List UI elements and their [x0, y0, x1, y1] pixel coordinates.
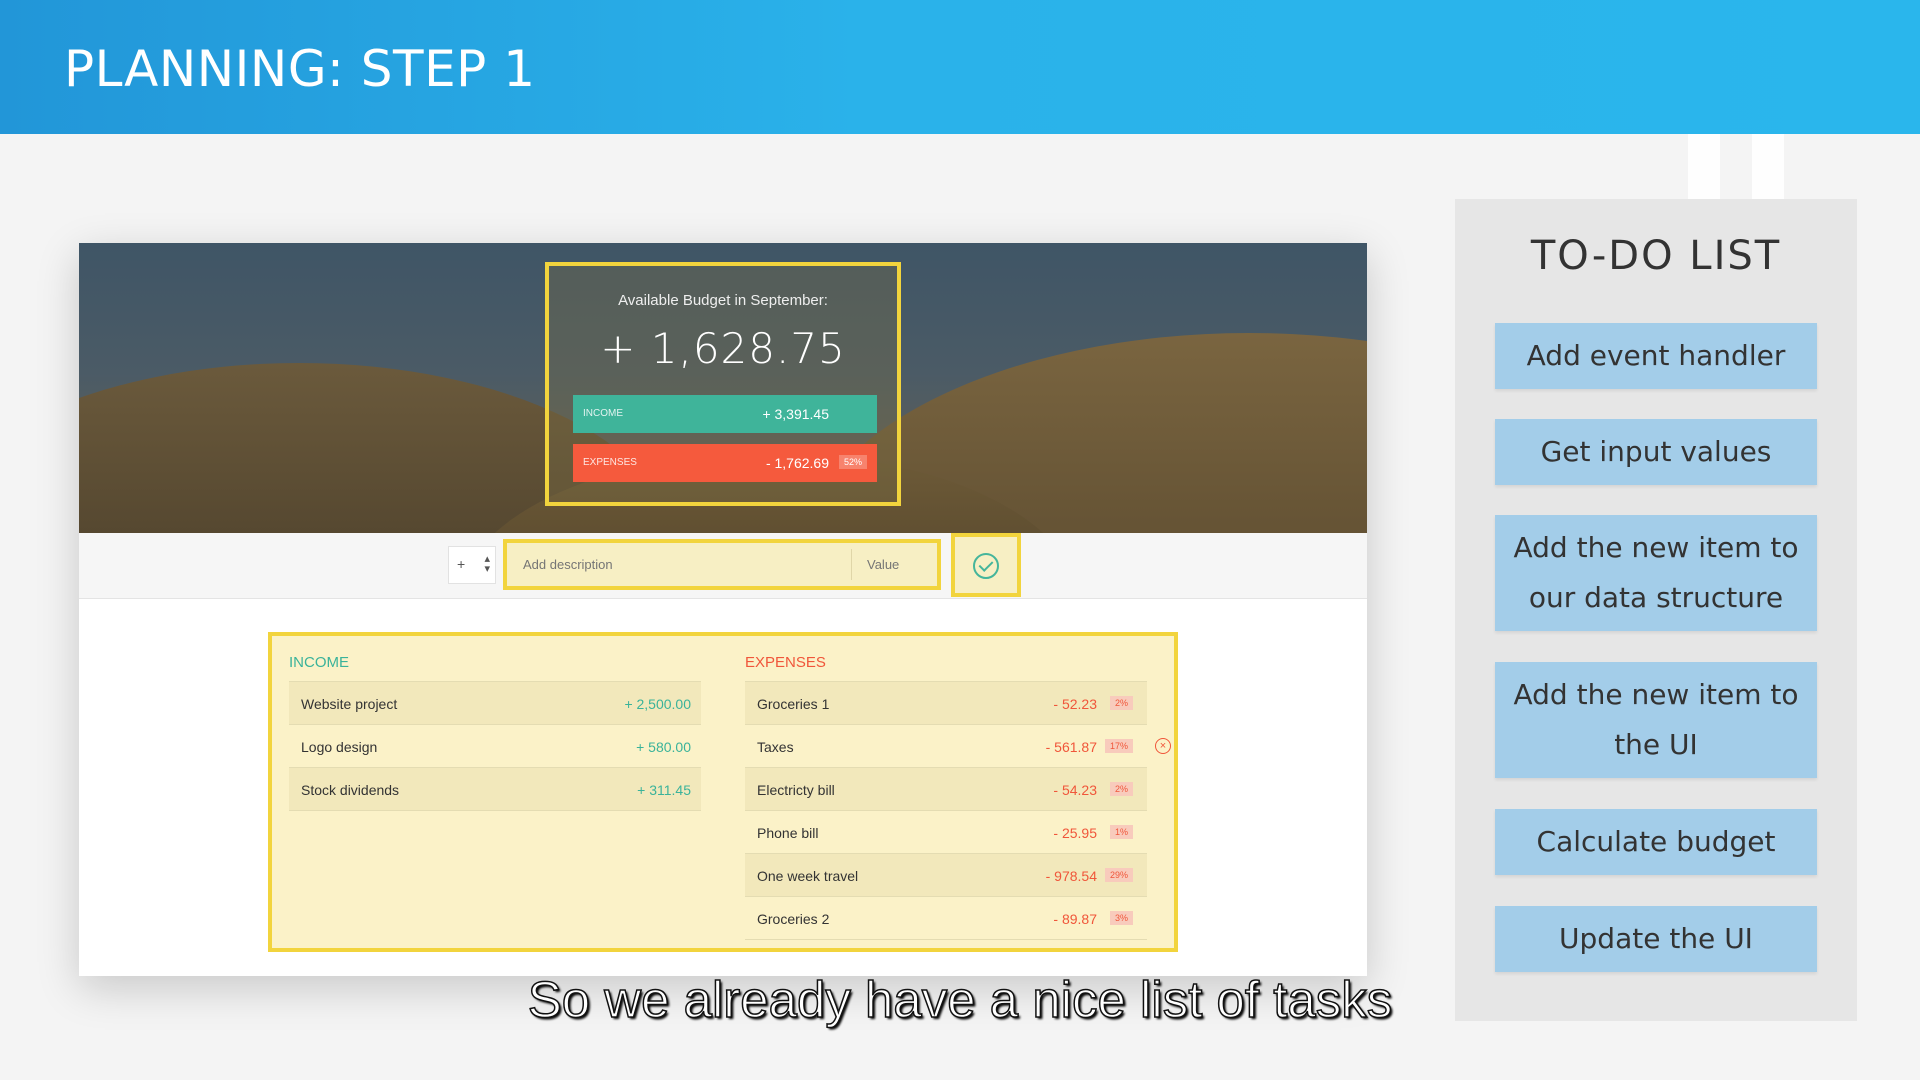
lists-highlight: INCOME Website project + 2,500.00 Logo d…	[268, 632, 1178, 952]
expenses-list: EXPENSES Groceries 1 - 52.23 2% Taxes - …	[745, 650, 1171, 940]
checkmark-circle-icon[interactable]	[973, 553, 999, 579]
item-percentage-badge: 3%	[1109, 911, 1133, 925]
item-percentage-badge: 2%	[1109, 782, 1133, 796]
item-description: Phone bill	[757, 825, 819, 841]
value-input[interactable]	[859, 549, 931, 580]
list-item: Logo design + 580.00	[289, 725, 701, 768]
list-item: Taxes - 561.87 17% ×	[745, 725, 1171, 768]
list-item: Groceries 1 - 52.23 2%	[745, 682, 1147, 725]
item-description: Logo design	[301, 739, 378, 755]
item-value: + 580.00	[636, 739, 691, 755]
income-summary-label: INCOME	[583, 408, 623, 419]
income-list: INCOME Website project + 2,500.00 Logo d…	[289, 650, 701, 811]
item-value: - 52.23	[1053, 696, 1097, 712]
item-value: - 978.54	[1045, 868, 1097, 884]
description-input[interactable]	[515, 549, 852, 580]
slide-title: PLANNING: STEP 1	[64, 40, 536, 98]
expenses-heading: EXPENSES	[745, 650, 1147, 682]
item-description: Stock dividends	[301, 782, 400, 798]
budget-app-screenshot: Available Budget in September: + 1,628.7…	[79, 243, 1367, 976]
item-value: - 89.87	[1053, 911, 1097, 927]
type-select[interactable]: + ▴ ▾	[448, 546, 496, 584]
input-fields-highlight	[503, 539, 941, 590]
add-item-bar: + ▴ ▾	[79, 533, 1367, 599]
item-percentage-badge: 17%	[1104, 739, 1133, 753]
budget-summary-highlight: Available Budget in September: + 1,628.7…	[545, 262, 901, 506]
item-value: - 54.23	[1053, 782, 1097, 798]
item-description: Groceries 2	[757, 911, 830, 927]
item-description: Website project	[301, 696, 398, 712]
type-select-value: +	[457, 556, 466, 572]
list-item: Groceries 2 - 89.87 3%	[745, 897, 1147, 940]
item-value: + 311.45	[637, 782, 691, 798]
item-description: Taxes	[757, 739, 794, 755]
item-percentage-badge: 29%	[1104, 868, 1133, 882]
income-summary-bar: INCOME + 3,391.45	[573, 395, 877, 433]
list-item: Stock dividends + 311.45	[289, 768, 701, 811]
income-heading: INCOME	[289, 650, 701, 682]
todo-item: Get input values	[1495, 419, 1817, 485]
expenses-percentage-badge: 52%	[838, 455, 867, 469]
todo-item: Add the new item to our data structure	[1495, 515, 1817, 631]
item-description: One week travel	[757, 868, 859, 884]
todo-item: Update the UI	[1495, 906, 1817, 972]
list-item: Website project + 2,500.00	[289, 682, 701, 725]
subtitle-caption: So we already have a nice list of tasks	[527, 970, 1393, 1029]
submit-button-highlight	[951, 533, 1021, 597]
item-description: Electricty bill	[757, 782, 835, 798]
budget-title: Available Budget in September:	[618, 292, 828, 309]
budget-value: + 1,628.75	[600, 324, 846, 373]
item-description: Groceries 1	[757, 696, 830, 712]
list-item: Phone bill - 25.95 1%	[745, 811, 1147, 854]
expenses-summary-label: EXPENSES	[583, 457, 637, 468]
todo-title: TO-DO LIST	[1530, 233, 1782, 279]
item-value: + 2,500.00	[624, 696, 691, 712]
item-percentage-badge: 1%	[1109, 825, 1133, 839]
select-arrows-icon: ▴ ▾	[484, 553, 490, 575]
todo-item: Add event handler	[1495, 323, 1817, 389]
income-summary-value: + 3,391.45	[762, 406, 829, 422]
todo-panel: TO-DO LIST Add event handler Get input v…	[1455, 199, 1857, 1021]
budget-hero: Available Budget in September: + 1,628.7…	[79, 243, 1367, 533]
item-value: - 561.87	[1045, 739, 1097, 755]
list-item: Electricty bill - 54.23 2%	[745, 768, 1147, 811]
expenses-summary-bar: EXPENSES - 1,762.69 52%	[573, 444, 877, 482]
delete-icon[interactable]: ×	[1155, 738, 1171, 754]
list-item: One week travel - 978.54 29%	[745, 854, 1147, 897]
expenses-summary-value: - 1,762.69	[765, 455, 829, 471]
todo-item: Add the new item to the UI	[1495, 662, 1817, 778]
item-percentage-badge: 2%	[1109, 696, 1133, 710]
todo-item: Calculate budget	[1495, 809, 1817, 875]
slide-header: PLANNING: STEP 1	[0, 0, 1920, 134]
item-value: - 25.95	[1053, 825, 1097, 841]
